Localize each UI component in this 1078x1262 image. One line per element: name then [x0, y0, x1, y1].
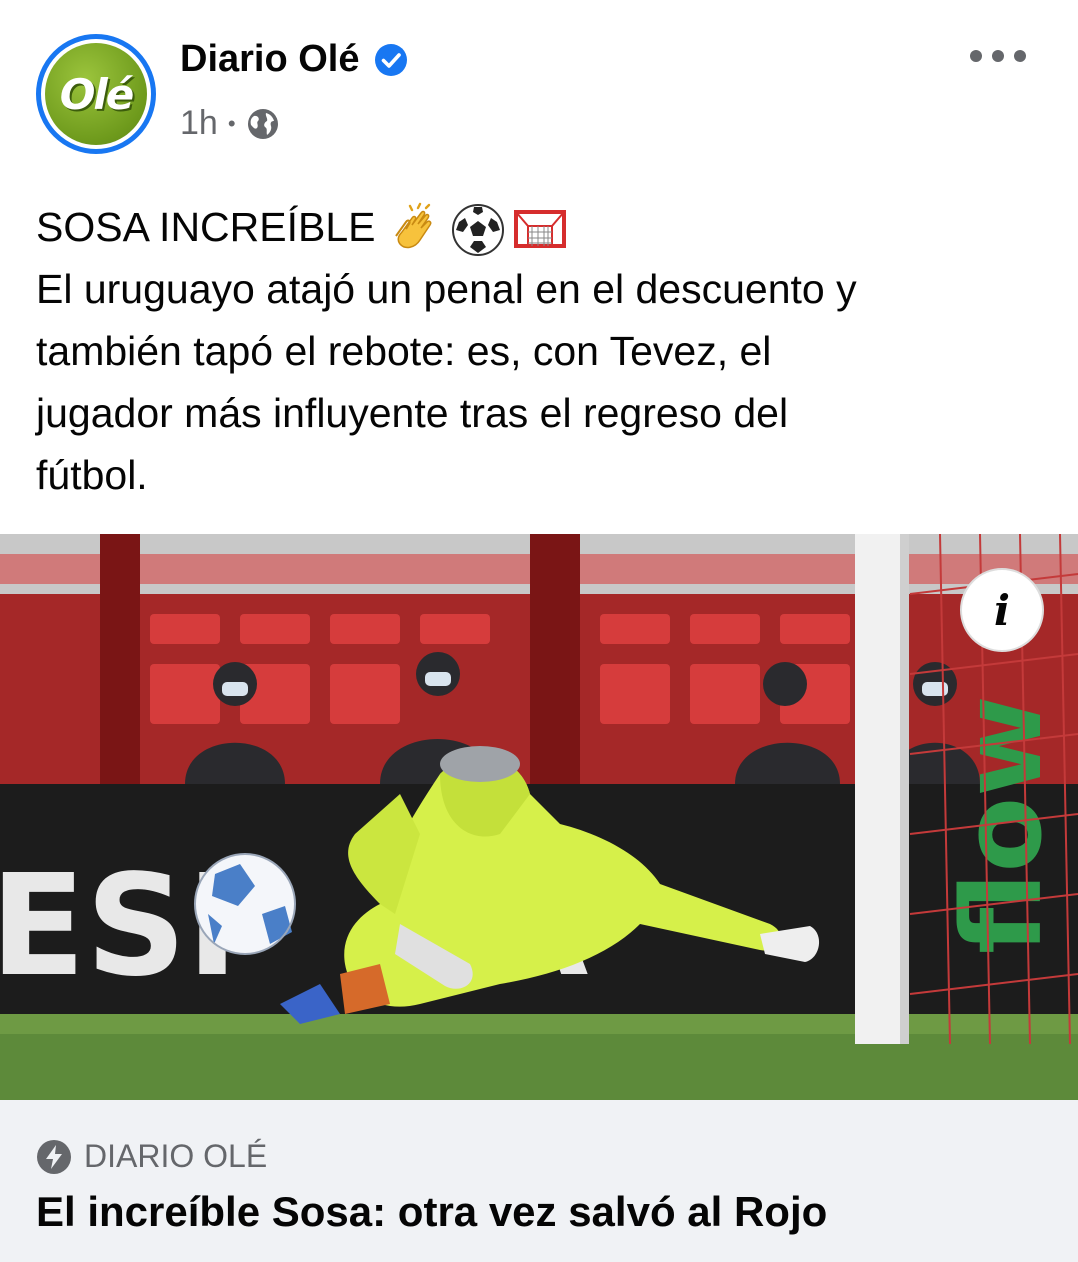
soccer-ball-icon: [451, 204, 504, 257]
link-domain-row: DIARIO OLÉ: [36, 1138, 267, 1175]
link-preview-card[interactable]: DIARIO OLÉ El increíble Sosa: otra vez s…: [0, 1100, 1078, 1262]
more-options-icon[interactable]: [970, 40, 1026, 72]
post-header: Olé Diario Olé 1h •: [0, 0, 1078, 170]
post-body-line: El uruguayo atajó un penal en el descuen…: [36, 266, 857, 313]
link-domain: DIARIO OLÉ: [84, 1138, 268, 1174]
ole-logo-text: Olé: [59, 69, 135, 119]
post-body-line: también tapó el rebote: es, con Tevez, e…: [36, 328, 772, 375]
info-glyph: i: [994, 585, 1010, 635]
headline-emojis: [388, 202, 568, 258]
verified-badge-icon: [374, 43, 407, 76]
goal-net-icon: [513, 210, 566, 249]
more-dot: [992, 50, 1004, 62]
more-dot: [1014, 50, 1026, 62]
ole-logo: Olé: [45, 43, 147, 145]
link-title[interactable]: El increíble Sosa: otra vez salvó al Roj…: [36, 1188, 827, 1236]
page-name[interactable]: Diario Olé: [180, 38, 360, 81]
page-name-row: Diario Olé: [180, 38, 408, 81]
post-body-line: fútbol.: [36, 452, 148, 499]
clapping-hands-icon: [394, 202, 431, 249]
page-avatar[interactable]: Olé: [36, 34, 156, 154]
goalkeeper-save-photo: ESP A flow: [0, 534, 1078, 1100]
info-icon[interactable]: i: [960, 568, 1044, 652]
more-dot: [970, 50, 982, 62]
post-headline: SOSA INCREÍBLE: [36, 204, 376, 250]
post-timestamp[interactable]: 1h: [180, 104, 218, 143]
post-body-line: jugador más influyente tras el regreso d…: [36, 390, 789, 437]
post-headline-line: SOSA INCREÍBLE: [36, 196, 1046, 258]
globe-icon: [247, 108, 278, 139]
svg-text:flow: flow: [938, 695, 1066, 954]
post-text: SOSA INCREÍBLE El uruguayo atajó un pena…: [36, 196, 1046, 506]
post-photo[interactable]: ESP A flow: [0, 534, 1078, 1100]
meta-separator: •: [227, 110, 236, 136]
post-meta: 1h •: [180, 104, 280, 143]
lightning-bolt-icon: [37, 1139, 71, 1174]
